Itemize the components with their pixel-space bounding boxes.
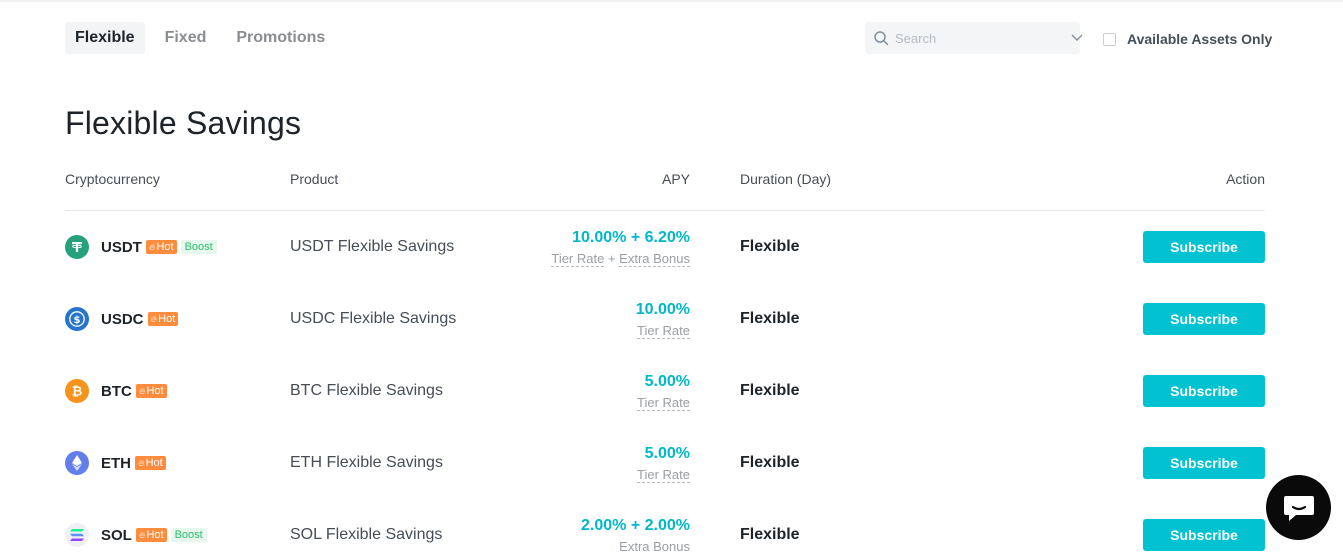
apy-value: 10.00% <box>635 301 690 318</box>
tab-fixed[interactable]: Fixed <box>155 22 217 54</box>
svg-text:₿: ₿ <box>72 385 83 400</box>
flame-icon: 🔥︎ <box>138 529 146 540</box>
hot-badge: 🔥︎ Hot <box>135 384 167 398</box>
apy-cell: 5.00% Tier Rate <box>637 372 690 412</box>
table-row: ₿ BTC 🔥︎ Hot BTC Flexible Savings 5.00% T… <box>65 355 1265 427</box>
subscribe-button[interactable]: Subscribe <box>1143 303 1265 335</box>
product-name: BTC Flexible Savings <box>290 382 443 399</box>
apy-cell: 10.00% Tier Rate <box>636 300 690 340</box>
column-product: Product <box>290 171 339 187</box>
table-row: $ USDC 🔥︎ Hot USDC Flexible Savings 10.00… <box>65 283 1265 355</box>
product-name: USDT Flexible Savings <box>290 238 455 255</box>
product-name: USDC Flexible Savings <box>290 310 457 327</box>
tether-icon <box>65 235 89 259</box>
extra-bonus-tooltip[interactable]: Extra Bonus <box>619 539 690 553</box>
flame-icon: 🔥︎ <box>138 385 146 396</box>
hot-label: Hot <box>146 529 164 541</box>
hot-badge: 🔥︎ Hot <box>145 240 177 254</box>
table-header: Cryptocurrency Product APY Duration (Day… <box>65 170 1265 211</box>
search-input[interactable] <box>895 30 1071 46</box>
flame-icon: 🔥︎ <box>138 457 145 468</box>
hot-label: Hot <box>158 313 176 325</box>
table-row: ETH 🔥︎ Hot ETH Flexible Savings 5.00% Tie… <box>65 427 1265 499</box>
available-assets-filter[interactable]: Available Assets Only <box>1103 31 1272 47</box>
bitcoin-icon: ₿ <box>65 379 89 403</box>
hot-badge: 🔥︎ Hot <box>135 528 167 542</box>
tier-rate-tooltip[interactable]: Tier Rate <box>637 467 690 483</box>
coin-cell: SOL 🔥︎ Hot Boost <box>65 523 207 547</box>
top-divider <box>0 0 1343 2</box>
subscribe-button[interactable]: Subscribe <box>1143 519 1265 551</box>
hot-label: Hot <box>156 241 174 253</box>
page-title: Flexible Savings <box>65 105 302 141</box>
duration-value: Flexible <box>740 310 800 327</box>
flame-icon: 🔥︎ <box>150 313 158 324</box>
tier-rate-tooltip[interactable]: Tier Rate <box>551 251 605 267</box>
table-row: SOL 🔥︎ Hot Boost SOL Flexible Savings 2.0… <box>65 499 1265 553</box>
table-row: USDT 🔥︎ Hot Boost USDT Flexible Savings 1… <box>65 211 1265 283</box>
coin-symbol: SOL <box>101 526 132 544</box>
solana-icon <box>65 523 89 547</box>
coin-symbol: BTC <box>101 382 132 400</box>
svg-text:$: $ <box>74 315 81 326</box>
subscribe-button[interactable]: Subscribe <box>1143 375 1265 407</box>
column-duration: Duration (Day) <box>740 171 832 187</box>
coin-cell: ₿ BTC 🔥︎ Hot <box>65 379 171 403</box>
chat-button[interactable] <box>1266 475 1331 540</box>
coin-cell: ETH 🔥︎ Hot <box>65 451 170 475</box>
hot-label: Hot <box>145 457 163 469</box>
savings-tabs: Flexible Fixed Promotions <box>65 22 335 54</box>
apy-cell: 2.00% + 2.00% Extra Bonus <box>581 516 690 553</box>
ethereum-icon <box>65 451 89 475</box>
available-assets-checkbox[interactable] <box>1103 32 1116 46</box>
hot-label: Hot <box>146 385 164 397</box>
apy-value: 10.00% + 6.20% <box>572 229 690 246</box>
search-icon <box>873 30 889 46</box>
subscribe-button[interactable]: Subscribe <box>1143 447 1265 479</box>
boost-badge: Boost <box>180 240 217 254</box>
product-name: ETH Flexible Savings <box>290 454 443 471</box>
tier-rate-tooltip[interactable]: Tier Rate <box>637 395 690 411</box>
search-select[interactable] <box>865 22 1083 54</box>
column-apy: APY <box>661 171 690 187</box>
boost-badge: Boost <box>170 528 207 542</box>
subscribe-button[interactable]: Subscribe <box>1143 231 1265 263</box>
extra-bonus-tooltip[interactable]: Extra Bonus <box>619 251 690 267</box>
hot-badge: 🔥︎ Hot <box>147 312 179 326</box>
apy-cell: 5.00% Tier Rate <box>637 444 690 484</box>
hot-badge: 🔥︎ Hot <box>135 456 166 470</box>
coin-symbol: USDC <box>101 310 144 328</box>
apy-value: 5.00% <box>644 445 690 462</box>
chat-bubble-icon <box>1282 493 1316 523</box>
duration-value: Flexible <box>740 382 800 399</box>
usdc-icon: $ <box>65 307 89 331</box>
duration-value: Flexible <box>740 454 800 471</box>
coin-symbol: ETH <box>101 454 131 472</box>
coin-symbol: USDT <box>101 238 142 256</box>
tab-flexible[interactable]: Flexible <box>65 22 145 54</box>
apy-sub-separator: + <box>604 251 620 266</box>
coin-cell: USDT 🔥︎ Hot Boost <box>65 235 217 259</box>
apy-value: 2.00% + 2.00% <box>581 517 690 534</box>
available-assets-label: Available Assets Only <box>1127 31 1273 47</box>
coin-cell: $ USDC 🔥︎ Hot <box>65 307 182 331</box>
flame-icon: 🔥︎ <box>148 241 156 252</box>
apy-cell: 10.00% + 6.20% Tier Rate + Extra Bonus <box>551 228 690 268</box>
tier-rate-tooltip[interactable]: Tier Rate <box>637 323 690 339</box>
duration-value: Flexible <box>740 526 800 543</box>
chevron-down-icon[interactable] <box>1071 30 1083 46</box>
tab-promotions[interactable]: Promotions <box>226 22 335 54</box>
product-name: SOL Flexible Savings <box>290 526 443 543</box>
column-cryptocurrency: Cryptocurrency <box>65 171 160 187</box>
apy-value: 5.00% <box>644 373 690 390</box>
duration-value: Flexible <box>740 238 800 255</box>
column-action: Action <box>1226 171 1265 187</box>
